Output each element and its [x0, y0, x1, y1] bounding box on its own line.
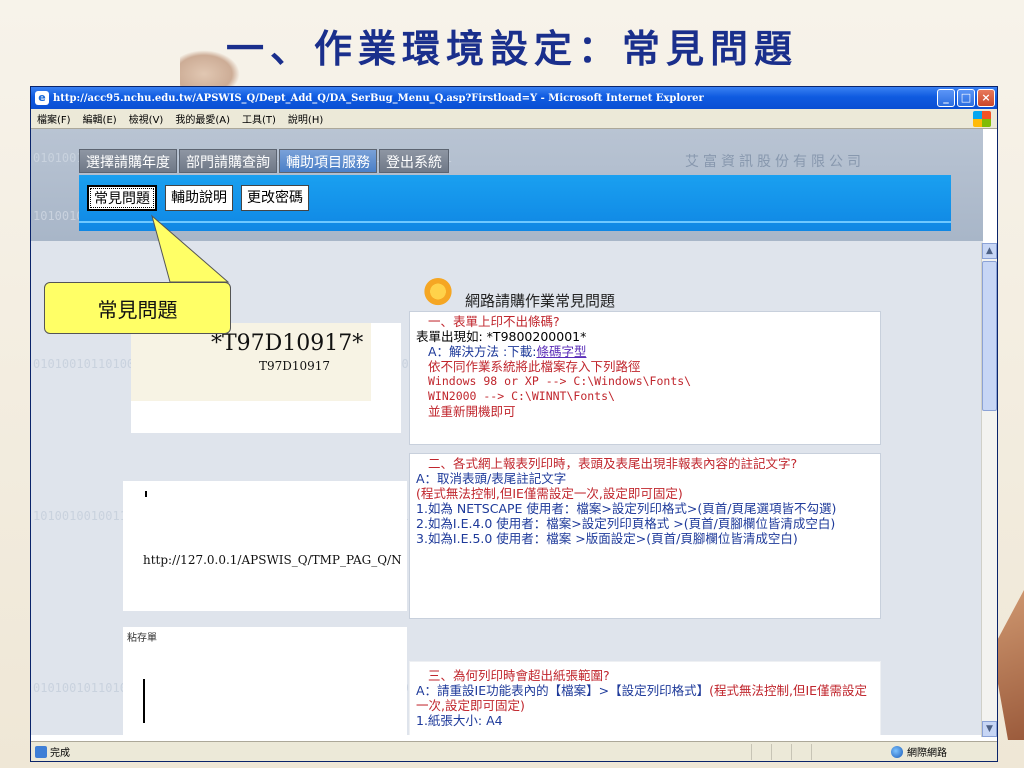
change-password-button[interactable]: 更改密碼	[241, 185, 309, 211]
window-titlebar[interactable]: e http://acc95.nchu.edu.tw/APSWIS_Q/Dept…	[31, 87, 997, 109]
faq-path: WIN2000 --> C:\WINNT\Fonts\	[428, 389, 615, 403]
barcode-caption: T97D10917	[259, 359, 331, 373]
faq-question: 二、各式網上報表列印時，表頭及表尾出現非報表內容的註記文字?	[428, 456, 798, 471]
page-icon	[35, 745, 47, 758]
faq-question: 三、為何列印時會超出紙張範圍?	[428, 668, 610, 683]
status-bar: 完成 網際網路	[31, 741, 997, 761]
maximize-button[interactable]: □	[957, 89, 975, 107]
menu-tools[interactable]: 工具(T)	[242, 111, 276, 126]
menu-favorites[interactable]: 我的最愛(A)	[175, 111, 230, 126]
print-preview: http://127.0.0.1/APSWIS_Q/TMP_PAG_Q/N	[123, 481, 407, 611]
print-url: http://127.0.0.1/APSWIS_Q/TMP_PAG_Q/N	[143, 553, 402, 567]
ie-logo-icon: e	[35, 91, 49, 105]
faq-step: 1.如為 NETSCAPE 使用者：檔案>設定列印格式>(頁首/頁尾選項皆不勾選…	[416, 501, 837, 516]
zone-text: 網際網路	[907, 748, 947, 759]
faq-page: 網路請購作業常見問題 *T97D10917* T97D10917 http://…	[123, 269, 893, 735]
faq-answer: A：取消表頭/表尾註記文字	[416, 471, 567, 486]
faq-note: 依不同作業系統將此檔案存入下列路徑	[428, 359, 641, 374]
faq-example: 表單出現如: *T9800200001*	[416, 329, 587, 344]
status-text: 完成	[50, 748, 70, 759]
windows-logo-icon	[973, 111, 991, 127]
faq-item-3: 三、為何列印時會超出紙張範圍? A：請重設IE功能表內的【檔案】>【設定列印格式…	[409, 661, 881, 735]
paper-label: 粘存單	[127, 633, 157, 644]
callout-label: 常見問題	[44, 282, 231, 334]
paper-preview: 粘存單	[123, 627, 407, 735]
nav-tabs: 選擇請購年度 部門請購查詢 輔助項目服務 登出系統	[79, 149, 449, 173]
help-button[interactable]: 輔助說明	[165, 185, 233, 211]
faq-step: 1.紙張大小: A4	[416, 713, 503, 728]
tab-logout[interactable]: 登出系統	[379, 149, 449, 173]
faq-title: 網路請購作業常見問題	[465, 291, 616, 310]
menu-edit[interactable]: 編輯(E)	[83, 111, 117, 126]
text-caret	[143, 679, 145, 723]
lightbulb-icon	[417, 272, 459, 314]
window-title: http://acc95.nchu.edu.tw/APSWIS_Q/Dept_A…	[53, 92, 704, 104]
scroll-up-icon[interactable]: ▲	[982, 243, 997, 259]
menu-bar: 檔案(F) 編輯(E) 檢視(V) 我的最愛(A) 工具(T) 說明(H)	[31, 109, 997, 129]
faq-step: 2.如為I.E.4.0 使用者：檔案>設定列印頁格式 >(頁首/頁腳欄位皆清成空…	[416, 516, 836, 531]
menu-file[interactable]: 檔案(F)	[37, 111, 71, 126]
faq-question: 一、表單上印不出條碼?	[428, 314, 560, 329]
tab-dept-query[interactable]: 部門請購查詢	[179, 149, 277, 173]
barcode-preview: *T97D10917* T97D10917	[131, 323, 401, 433]
barcode-text: *T97D10917*	[211, 331, 364, 356]
scroll-down-icon[interactable]: ▼	[982, 721, 997, 737]
leaf-decoration	[180, 50, 240, 90]
faq-note: 並重新開機即可	[428, 404, 516, 419]
globe-icon	[891, 745, 903, 758]
faq-button[interactable]: 常見問題	[87, 185, 157, 211]
menu-help[interactable]: 說明(H)	[288, 111, 323, 126]
faq-note: (程式無法控制,但IE僅需設定一次,設定即可固定)	[416, 486, 683, 501]
faq-answer: A：請重設IE功能表內的【檔案】>【設定列印格式】	[416, 683, 710, 698]
callout-pointer	[151, 214, 230, 283]
slide-title: 一、作業環境設定：常見問題	[225, 26, 798, 71]
minimize-button[interactable]: _	[937, 89, 955, 107]
scroll-thumb[interactable]	[982, 261, 997, 411]
tab-select-year[interactable]: 選擇請購年度	[79, 149, 177, 173]
close-button[interactable]: ×	[977, 89, 995, 107]
browser-window: e http://acc95.nchu.edu.tw/APSWIS_Q/Dept…	[30, 86, 998, 762]
barcode-font-link[interactable]: 條碼字型	[536, 344, 586, 359]
faq-item-1: 一、表單上印不出條碼? 表單出現如: *T9800200001* A：解決方法 …	[409, 311, 881, 445]
faq-path: Windows 98 or XP --> C:\Windows\Fonts\	[428, 374, 692, 388]
faq-answer: A：解決方法 :下載:	[428, 344, 537, 359]
vertical-scrollbar[interactable]: ▲ ▼	[981, 243, 997, 737]
company-name: 艾富資訊股份有限公司	[685, 154, 865, 170]
faq-item-2: 二、各式網上報表列印時，表頭及表尾出現非報表內容的註記文字? A：取消表頭/表尾…	[409, 453, 881, 619]
tab-aux-service[interactable]: 輔助項目服務	[279, 149, 377, 173]
menu-view[interactable]: 檢視(V)	[129, 111, 164, 126]
faq-header: 網路請購作業常見問題	[393, 269, 893, 317]
faq-step: 3.如為I.E.5.0 使用者：檔案 >版面設定>(頁首/頁腳欄位皆清成空白)	[416, 531, 798, 546]
